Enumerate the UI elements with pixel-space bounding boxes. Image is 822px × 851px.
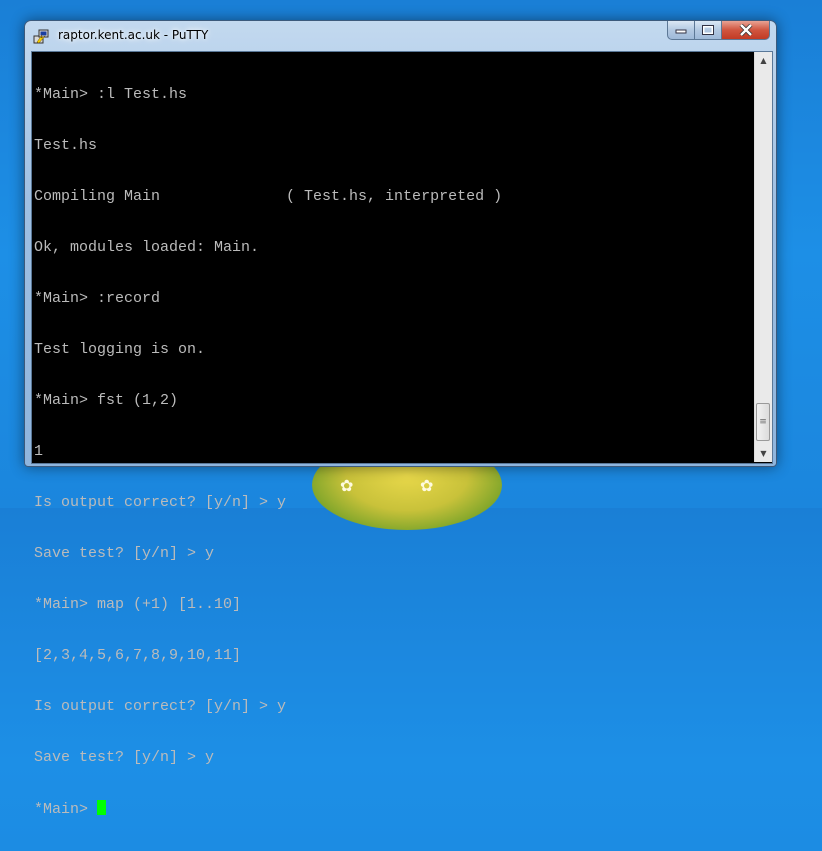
terminal-line: Test.hs bbox=[34, 137, 98, 154]
close-button[interactable] bbox=[722, 21, 770, 40]
terminal-line: Save test? [y/n] > y bbox=[34, 545, 215, 562]
maximize-icon bbox=[702, 25, 714, 35]
terminal-line: Test logging is on. bbox=[34, 341, 206, 358]
scroll-down-arrow-icon[interactable]: ▼ bbox=[755, 445, 772, 462]
terminal-output: *Main> :l Test.hs Test.hs Compiling Main… bbox=[34, 52, 754, 818]
maximize-button[interactable] bbox=[695, 21, 722, 40]
prompt: *Main> bbox=[34, 801, 98, 818]
terminal-area[interactable]: *Main> :l Test.hs Test.hs Compiling Main… bbox=[31, 51, 773, 818]
prompt-line[interactable]: *Main> bbox=[34, 800, 754, 818]
terminal-line: *Main> :l Test.hs bbox=[34, 86, 188, 103]
close-icon bbox=[739, 24, 752, 36]
terminal-line: Compiling Main ( Test.hs, interpreted ) bbox=[34, 188, 503, 205]
terminal-line: *Main> :record bbox=[34, 290, 161, 307]
putty-window: raptor.kent.ac.uk - PuTTY *Main> :l Test… bbox=[24, 20, 777, 818]
scroll-up-arrow-icon[interactable]: ▲ bbox=[755, 52, 772, 69]
title-bar[interactable]: raptor.kent.ac.uk - PuTTY bbox=[25, 21, 776, 51]
terminal-line: Ok, modules loaded: Main. bbox=[34, 239, 260, 256]
terminal-line: Save test? [y/n] > y bbox=[34, 749, 215, 766]
window-title: raptor.kent.ac.uk - PuTTY bbox=[58, 28, 209, 42]
terminal-line: *Main> map (+1) [1..10] bbox=[34, 596, 242, 613]
putty-app-icon[interactable] bbox=[33, 29, 49, 45]
minimize-button[interactable] bbox=[667, 21, 695, 40]
text-cursor bbox=[97, 800, 107, 815]
terminal-line: Is output correct? [y/n] > y bbox=[34, 494, 287, 511]
terminal-line: *Main> fst (1,2) bbox=[34, 392, 179, 409]
minimize-icon bbox=[675, 29, 687, 34]
terminal-line: Is output correct? [y/n] > y bbox=[34, 698, 287, 715]
terminal-line: [2,3,4,5,6,7,8,9,10,11] bbox=[34, 647, 242, 664]
scrollbar-thumb[interactable]: ≡ bbox=[756, 403, 770, 441]
vertical-scrollbar[interactable]: ▲ ≡ ▼ bbox=[754, 52, 772, 462]
terminal-line: 1 bbox=[34, 443, 44, 460]
